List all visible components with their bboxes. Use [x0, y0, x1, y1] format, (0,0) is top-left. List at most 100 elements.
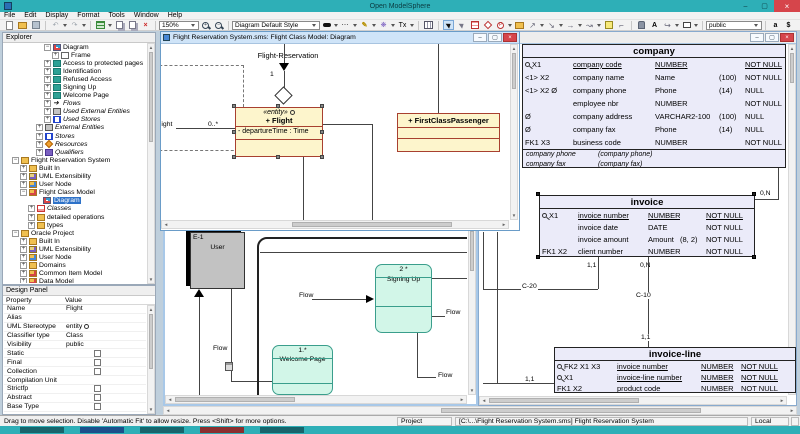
expand-icon[interactable]	[20, 173, 27, 180]
scroll-up-icon[interactable]: ▲	[511, 45, 517, 52]
create-process-button[interactable]: P	[495, 20, 506, 30]
uml-close-icon[interactable]: ×	[503, 33, 517, 42]
scroll-down-icon[interactable]: ▼	[148, 276, 154, 283]
stamp-tool-button[interactable]	[636, 20, 647, 30]
table-invoice-line[interactable]: invoice-line FK2 X1 X3invoice numberNUMB…	[554, 347, 796, 393]
tree-item-built-in[interactable]: Built In	[4, 164, 146, 172]
expand-icon[interactable]	[44, 100, 51, 107]
expand-icon[interactable]	[20, 165, 27, 172]
explorer-tree[interactable]: Diagram Frame Access to protected pages …	[4, 43, 146, 283]
expand-icon[interactable]	[36, 149, 43, 156]
currency-button[interactable]: $	[783, 20, 794, 30]
design-panel-header[interactable]: Design Panel	[3, 286, 155, 296]
selection-handle[interactable]	[232, 130, 236, 134]
scroll-right-icon[interactable]: ►	[500, 221, 508, 228]
expand-icon[interactable]	[20, 254, 27, 261]
tree-item-diagram[interactable]: Diagram	[4, 43, 146, 51]
checkbox[interactable]	[94, 394, 101, 401]
property-row-visibility[interactable]: Visibilitypublic	[4, 341, 146, 350]
redo-button[interactable]: ↷	[69, 20, 80, 30]
explorer-scrollbar[interactable]: ▲ ▼	[147, 43, 155, 284]
design-panel-scrollbar[interactable]: ▲ ▼	[147, 305, 155, 414]
collapse-icon[interactable]	[20, 189, 27, 196]
tree-item-user-node[interactable]: User Node	[4, 181, 146, 189]
tree-item-welcome-page[interactable]: Welcome Page	[4, 92, 146, 100]
class-flight[interactable]: «entity» + Flight - departureTime : Time	[235, 107, 323, 157]
property-row-static[interactable]: Static	[4, 349, 146, 358]
menu-format[interactable]: Format	[77, 12, 99, 20]
create-choice-button[interactable]	[482, 20, 493, 30]
redo-dropdown-icon[interactable]	[82, 24, 86, 27]
tree-item-stores[interactable]: Stores	[4, 132, 146, 140]
selection-handle[interactable]	[276, 155, 280, 159]
tree-item-flows[interactable]: ➜Flows	[4, 100, 146, 108]
association-tool-button[interactable]: ↗	[527, 20, 538, 30]
class-window-titlebar[interactable]: Flight Reservation System.sms: Flight Cl…	[161, 32, 519, 44]
scroll-up-icon[interactable]: ▲	[789, 45, 795, 52]
diagram-grid-dropdown-icon[interactable]	[108, 24, 112, 27]
tree-item-frame[interactable]: Frame	[4, 51, 146, 59]
taskbar-item[interactable]	[140, 427, 184, 433]
undo-dropdown-icon[interactable]	[63, 24, 67, 27]
process-signing-up[interactable]: 2 * Signing Up	[375, 264, 432, 333]
lasso-tool-button[interactable]	[456, 20, 467, 30]
tree-item-signing-up[interactable]: Signing Up	[4, 83, 146, 91]
class-diagram-window[interactable]: Flight Reservation System.sms: Flight Cl…	[160, 31, 520, 231]
taskbar-item[interactable]	[260, 427, 304, 433]
property-row-classifier-type[interactable]: Classifier typeClass	[4, 332, 146, 341]
tree-item-identification[interactable]: Identification	[4, 67, 146, 75]
zoom-in-button[interactable]: +	[200, 20, 211, 30]
tree-item-used-stores[interactable]: Used Stores	[4, 116, 146, 124]
diagram-grid-button[interactable]	[95, 20, 106, 30]
collapse-icon[interactable]	[12, 230, 19, 237]
scroll-right-icon[interactable]: ►	[788, 407, 796, 414]
er-close-icon[interactable]: ×	[780, 33, 794, 42]
expand-icon[interactable]	[28, 205, 35, 212]
menu-help[interactable]: Help	[168, 12, 182, 20]
dfd-horizontal-scrollbar[interactable]: ◄ ►	[165, 395, 467, 404]
selection-handle[interactable]	[320, 130, 324, 134]
selection-handle[interactable]	[232, 155, 236, 159]
expand-icon[interactable]	[44, 76, 51, 83]
dfd-diagram-window[interactable]: E-1 User Flow 0 Website System fo 2 * Si…	[163, 220, 478, 406]
tree-item-user-node-2[interactable]: User Node	[4, 253, 146, 261]
expand-icon[interactable]	[52, 52, 59, 59]
mdi-horizontal-scrollbar[interactable]: ◄ ►	[163, 406, 797, 415]
grid-table-button[interactable]	[423, 20, 434, 30]
paste-button[interactable]	[127, 20, 138, 30]
tree-item-diagram-selected[interactable]: Diagram	[4, 197, 146, 205]
expand-icon[interactable]	[20, 246, 27, 253]
create-entity-button[interactable]	[469, 20, 480, 30]
scroll-down-icon[interactable]: ▼	[511, 212, 517, 219]
scroll-right-icon[interactable]: ►	[778, 397, 786, 404]
open-button[interactable]	[17, 20, 28, 30]
note-tool-button[interactable]	[603, 20, 614, 30]
line-style-button[interactable]: ⋯	[340, 20, 351, 30]
expand-icon[interactable]	[20, 262, 27, 269]
uml-horizontal-scrollbar[interactable]: ◄ ►	[161, 220, 509, 229]
flow-tool-button[interactable]: ↝	[584, 20, 595, 30]
tree-item-data-model[interactable]: Data Model	[4, 278, 146, 283]
dfd-vertical-scrollbar[interactable]: ▲ ▼	[468, 222, 476, 395]
property-row-base-type[interactable]: Base Type	[4, 403, 146, 412]
tree-item-used-external-entities[interactable]: Used External Entities	[4, 108, 146, 116]
text-style-button[interactable]: Tx	[397, 20, 408, 30]
new-document-button[interactable]	[4, 20, 15, 30]
expand-icon[interactable]	[44, 84, 51, 91]
er-window-titlebar[interactable]: – ▢ ×	[479, 32, 796, 44]
expand-icon[interactable]	[44, 92, 51, 99]
collapse-icon[interactable]	[12, 157, 19, 164]
undo-button[interactable]: ↶	[50, 20, 61, 30]
save-button[interactable]	[30, 20, 41, 30]
tree-item-detailed-operations[interactable]: detailed operations	[4, 213, 146, 221]
scroll-down-icon[interactable]: ▼	[469, 387, 475, 394]
tree-item-built-in-2[interactable]: Built In	[4, 237, 146, 245]
menu-file[interactable]: File	[4, 12, 15, 20]
selection-handle[interactable]	[536, 255, 540, 259]
checkbox[interactable]	[94, 368, 101, 375]
association-name[interactable]: Flight-Reservation	[243, 51, 333, 60]
checkbox[interactable]	[94, 359, 101, 366]
style-combobox[interactable]: Diagram Default Style	[232, 21, 320, 30]
expand-icon[interactable]	[20, 181, 27, 188]
tree-item-resources[interactable]: Resources	[4, 140, 146, 148]
